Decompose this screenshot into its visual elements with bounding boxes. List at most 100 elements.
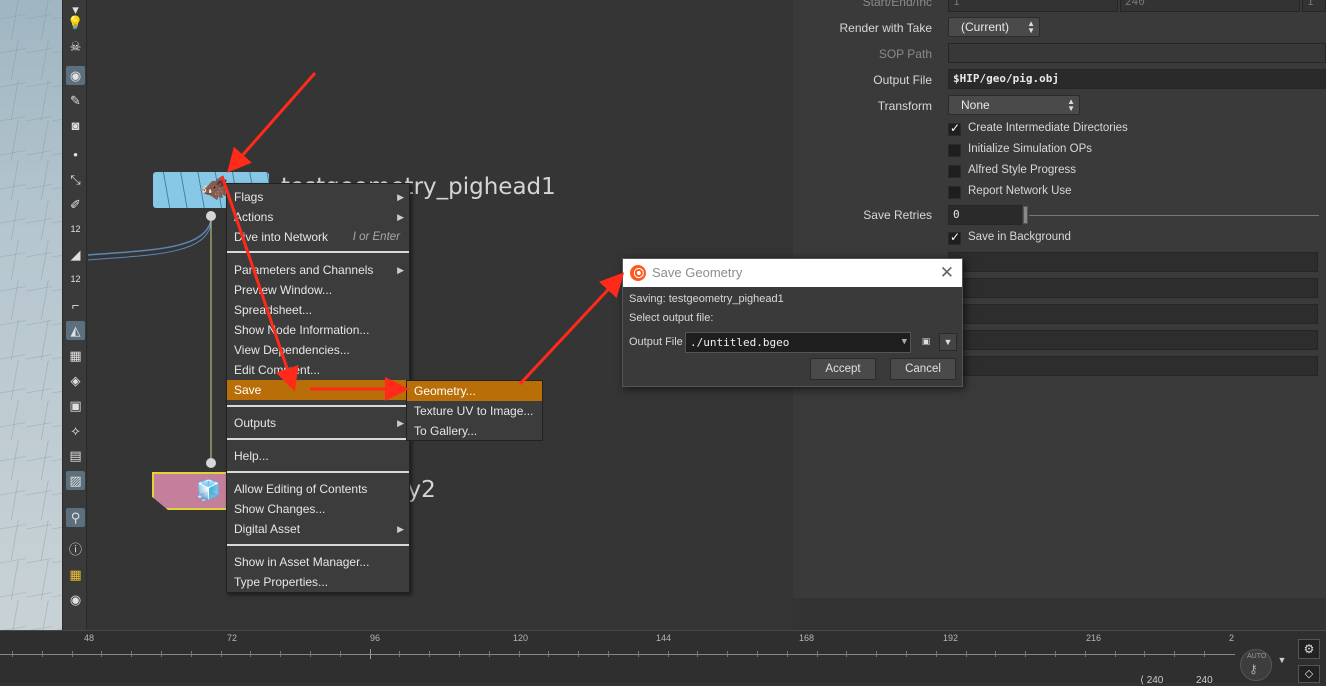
save-retries-slider-handle[interactable] <box>1023 206 1028 224</box>
save-submenu: Geometry... Texture UV to Image... To Ga… <box>406 380 543 441</box>
output-file-field[interactable]: $HIP/geo/pig.obj <box>948 69 1326 89</box>
tick-mark <box>340 651 341 657</box>
tick-mark <box>489 651 490 657</box>
inc-field[interactable]: 1 <box>1302 0 1326 12</box>
pane-gap <box>793 598 1326 630</box>
tick-mark <box>1115 651 1116 657</box>
tick-mark <box>429 651 430 657</box>
menu-item-show-changes[interactable]: Show Changes... <box>227 499 409 519</box>
saving-text: Saving: testgeometry_pighead1 <box>629 293 784 305</box>
accept-button[interactable]: Accept <box>810 358 876 380</box>
submenu-arrow-icon: ▶ <box>397 524 404 534</box>
start-frame-value: ⟨ 240 <box>1140 675 1164 686</box>
alfred-label: Alfred Style Progress <box>968 164 1077 176</box>
menu-item-digital-asset[interactable]: Digital Asset ▶ <box>227 519 409 539</box>
sop-path-field[interactable] <box>948 43 1326 63</box>
menu-item-preview[interactable]: Preview Window... <box>227 280 409 300</box>
tick-mark <box>12 651 13 657</box>
tick-mark <box>995 651 996 657</box>
output-file-value: ./untitled.bgeo <box>690 336 790 349</box>
save-background-label: Save in Background <box>968 231 1071 243</box>
tick-mark <box>548 651 549 657</box>
tick-mark <box>131 651 132 657</box>
tick-mark <box>578 651 579 657</box>
param-row-blank[interactable] <box>948 278 1318 298</box>
save-background-checkbox[interactable] <box>948 230 961 245</box>
save-retries-field[interactable]: 0 <box>948 205 1022 225</box>
menu-item-dive[interactable]: Dive into Network I or Enter <box>227 227 409 247</box>
menu-item-outputs[interactable]: Outputs ▶ <box>227 413 409 433</box>
tick-mark <box>817 651 818 657</box>
settings-icon[interactable]: ⚙ <box>1298 639 1320 659</box>
end-field[interactable]: 240 <box>1120 0 1300 12</box>
transform-value: None <box>961 98 990 112</box>
start-end-label: Start/End/Inc <box>862 0 932 9</box>
alfred-checkbox[interactable] <box>948 165 961 178</box>
menu-item-actions[interactable]: Actions ▶ <box>227 207 409 227</box>
tick-label: 120 <box>513 633 529 643</box>
timeline-track[interactable] <box>0 654 1235 655</box>
end-frame-value: 240 <box>1196 675 1213 686</box>
chevron-down-icon[interactable]: ▼ <box>902 333 907 352</box>
auto-key-button[interactable]: AUTO ⚷ <box>1240 649 1272 681</box>
menu-item-dependencies[interactable]: View Dependencies... <box>227 340 409 360</box>
param-row-blank[interactable] <box>948 252 1318 272</box>
tick-mark <box>161 651 162 657</box>
close-icon[interactable]: ✕ <box>940 259 954 287</box>
timeline[interactable]: 48 72 96 120 144 168 192 216 2 AUTO ⚷ ▼ … <box>0 630 1326 686</box>
dialog-titlebar[interactable]: Save Geometry ✕ <box>623 259 962 287</box>
create-dirs-label: Create Intermediate Directories <box>968 122 1128 134</box>
dialog-title: Save Geometry <box>652 265 743 280</box>
submenu-item-texture-uv[interactable]: Texture UV to Image... <box>407 401 542 421</box>
menu-separator <box>227 251 409 253</box>
param-row-blank[interactable] <box>948 330 1318 350</box>
tick-label: 192 <box>943 633 959 643</box>
menu-item-flags[interactable]: Flags ▶ <box>227 187 409 207</box>
render-take-dropdown[interactable]: (Current) ▲ ▼ <box>948 17 1040 37</box>
menu-item-help[interactable]: Help... <box>227 446 409 466</box>
menu-item-type-properties[interactable]: Type Properties... <box>227 572 409 592</box>
tick-mark <box>757 651 758 657</box>
transform-label: Transform <box>877 99 932 113</box>
menu-separator <box>227 405 409 407</box>
tick-mark <box>668 651 669 657</box>
file-browse-icon[interactable]: ▣ <box>917 333 935 351</box>
cancel-button[interactable]: Cancel <box>890 358 956 380</box>
submenu-item-gallery[interactable]: To Gallery... <box>407 421 542 441</box>
submenu-arrow-icon: ▶ <box>397 192 404 202</box>
transform-dropdown[interactable]: None ▲ ▼ <box>948 95 1080 115</box>
menu-item-spreadsheet[interactable]: Spreadsheet... <box>227 300 409 320</box>
output-file-label: Output File <box>629 336 683 348</box>
tick-label: 168 <box>799 633 815 643</box>
tick-label: 96 <box>370 633 381 643</box>
menu-item-node-info[interactable]: Show Node Information... <box>227 320 409 340</box>
playback-options-icon[interactable]: ◇ <box>1298 665 1320 683</box>
output-file-input[interactable]: ./untitled.bgeo ▼ <box>685 332 911 353</box>
tick-mark <box>370 649 371 659</box>
output-file-label: Output File <box>873 73 932 87</box>
start-field[interactable]: 1 <box>948 0 1118 12</box>
param-row-blank[interactable] <box>948 356 1318 376</box>
menu-separator <box>227 438 409 440</box>
menu-item-asset-manager[interactable]: Show in Asset Manager... <box>227 552 409 572</box>
param-row-blank[interactable] <box>948 304 1318 324</box>
submenu-item-geometry[interactable]: Geometry... <box>407 381 542 401</box>
create-dirs-checkbox[interactable] <box>948 121 961 136</box>
chevron-down-icon[interactable]: ▼ <box>1274 655 1290 671</box>
submenu-arrow-icon: ▶ <box>397 265 404 275</box>
file-menu-chevron-icon[interactable]: ▼ <box>939 333 957 351</box>
report-network-checkbox[interactable] <box>948 186 961 199</box>
menu-item-edit-comment[interactable]: Edit Comment... <box>227 360 409 380</box>
save-retries-slider-track[interactable] <box>1029 215 1319 216</box>
tick-label: 144 <box>656 633 672 643</box>
tick-mark <box>1025 651 1026 657</box>
tick-mark <box>42 651 43 657</box>
menu-item-allow-editing[interactable]: Allow Editing of Contents <box>227 479 409 499</box>
render-take-label: Render with Take <box>839 21 933 35</box>
render-take-value: (Current) <box>961 20 1010 34</box>
tick-mark <box>966 651 967 657</box>
submenu-arrow-icon: ▶ <box>397 418 404 428</box>
menu-item-save[interactable]: Save <box>227 380 409 400</box>
menu-item-parameters[interactable]: Parameters and Channels ▶ <box>227 260 409 280</box>
init-sim-checkbox[interactable] <box>948 144 961 157</box>
